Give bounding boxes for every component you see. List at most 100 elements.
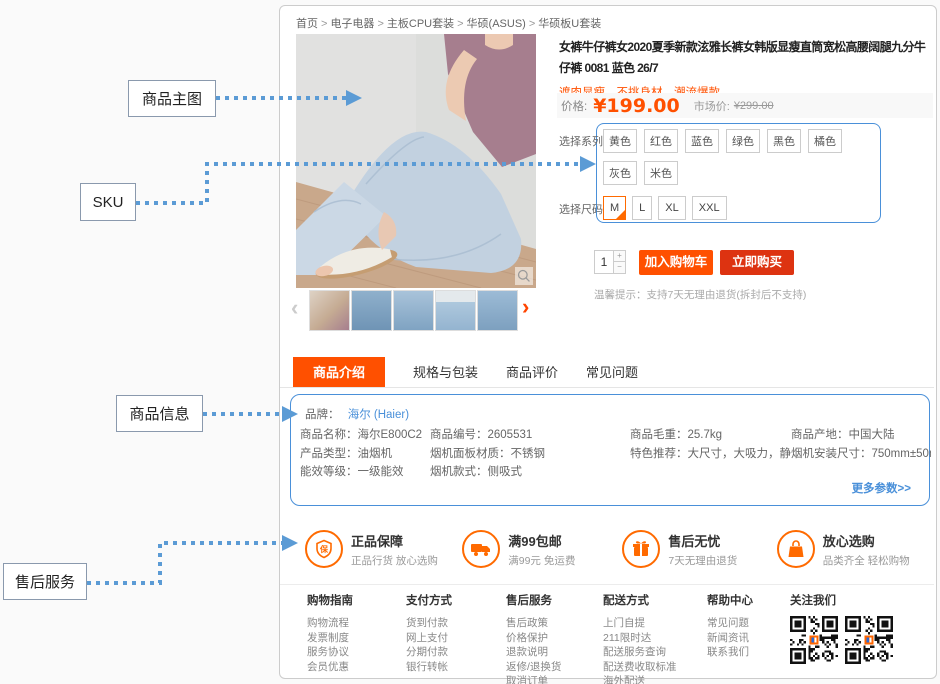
- brand-link[interactable]: 海尔 (Haier): [348, 409, 409, 421]
- breadcrumb-separator: >: [321, 18, 327, 30]
- annotation-label-sku: SKU: [80, 183, 136, 221]
- quantity-increase-button[interactable]: +: [614, 250, 626, 262]
- info-cell: 烟机安装尺寸：750mm±50mm（烟...: [791, 445, 931, 464]
- service-desc: 满99元 免运费: [508, 553, 575, 568]
- color-option[interactable]: 黄色: [603, 129, 637, 153]
- footer-column: 关注我们: [790, 592, 920, 684]
- quantity-stepper: 1 + −: [594, 250, 626, 274]
- tab-2[interactable]: 规格与包装: [413, 357, 478, 387]
- footer-link[interactable]: 常见问题: [707, 616, 790, 631]
- size-option[interactable]: L: [632, 196, 652, 220]
- shield-icon: 保: [305, 530, 343, 568]
- product-info-grid: 商品名称：海尔E800C2产品类型：油烟机能效等级：一级能效商品编号：26055…: [300, 426, 931, 482]
- breadcrumb-item[interactable]: 电子电器: [330, 18, 374, 30]
- return-policy-note: 温馨提示：支持7天无理由退货(拆封后不支持): [594, 287, 806, 302]
- footer-link[interactable]: 联系我们: [707, 645, 790, 660]
- color-option[interactable]: 蓝色: [685, 129, 719, 153]
- breadcrumb-separator: >: [529, 18, 535, 30]
- thumbnail-5[interactable]: [477, 290, 518, 331]
- size-label: 选择尺码:: [559, 201, 606, 217]
- more-params-link[interactable]: 更多参数>>: [852, 480, 911, 496]
- footer-link[interactable]: 服务协议: [307, 645, 406, 660]
- breadcrumb-item[interactable]: 华硕(ASUS): [467, 18, 526, 30]
- service-desc: 7天无理由退货: [668, 553, 737, 568]
- size-option[interactable]: M: [603, 196, 626, 220]
- footer-link[interactable]: 发票制度: [307, 631, 406, 646]
- brand-line: 品牌： 海尔 (Haier): [305, 406, 409, 422]
- info-cell: 烟机款式：侧吸式: [430, 463, 630, 482]
- footer-link[interactable]: 网上支付: [406, 631, 506, 646]
- footer-link[interactable]: 售后政策: [506, 616, 603, 631]
- prev-arrow-icon[interactable]: ‹: [291, 297, 298, 319]
- size-option[interactable]: XXL: [692, 196, 727, 220]
- brand-label: 品牌：: [305, 409, 340, 421]
- footer-link[interactable]: 海外配送: [603, 674, 707, 684]
- footer-link[interactable]: 购物流程: [307, 616, 406, 631]
- color-option[interactable]: 黑色: [767, 129, 801, 153]
- arrow-after-sales: [87, 543, 282, 583]
- footer-link[interactable]: 返修/退换货: [506, 660, 603, 675]
- footer-divider: [280, 584, 934, 585]
- qr-code: [790, 616, 838, 669]
- footer-link[interactable]: 会员优惠: [307, 660, 406, 675]
- footer-link[interactable]: 退款说明: [506, 645, 603, 660]
- footer-link[interactable]: 银行转帐: [406, 660, 506, 675]
- thumbnail-3[interactable]: [393, 290, 434, 331]
- color-option[interactable]: 橘色: [808, 129, 842, 153]
- footer-heading: 帮助中心: [707, 592, 790, 608]
- color-option[interactable]: 绿色: [726, 129, 760, 153]
- footer-link[interactable]: 新闻资讯: [707, 631, 790, 646]
- tab-1[interactable]: 商品介绍: [293, 357, 385, 387]
- breadcrumb-item[interactable]: 华硕板U套装: [538, 18, 601, 30]
- service-desc: 品类齐全 轻松购物: [823, 553, 910, 568]
- thumbnail-1[interactable]: [309, 290, 350, 331]
- footer-link[interactable]: 货到付款: [406, 616, 506, 631]
- footer-heading: 购物指南: [307, 592, 406, 608]
- tab-3[interactable]: 商品评价: [506, 357, 558, 387]
- thumbnail-4[interactable]: [435, 290, 476, 331]
- thumbnail-2[interactable]: [351, 290, 392, 331]
- color-option[interactable]: 米色: [644, 161, 678, 185]
- bag-icon: [777, 530, 815, 568]
- thumbnail-strip: [309, 290, 521, 331]
- breadcrumb-item[interactable]: 主板CPU套装: [387, 18, 454, 30]
- info-cell: 商品毛重：25.7kg: [630, 426, 791, 445]
- market-price-label: 市场价:: [694, 98, 730, 114]
- service-title: 放心选购: [823, 531, 910, 550]
- service-text: 满99包邮满99元 免运费: [508, 531, 575, 568]
- service-title: 满99包邮: [508, 531, 575, 550]
- size-options: MLXL XXL: [603, 196, 733, 220]
- footer-link[interactable]: 配送费收取标准: [603, 660, 707, 675]
- annotation-label-product-info: 商品信息: [116, 395, 203, 432]
- footer-heading: 配送方式: [603, 592, 707, 608]
- footer-column: 支付方式货到付款网上支付分期付款银行转帐: [406, 592, 506, 684]
- color-option[interactable]: 灰色: [603, 161, 637, 185]
- market-price-value: ¥299.00: [734, 100, 774, 112]
- product-main-image[interactable]: [296, 34, 536, 288]
- service-strip: 保正品保障正品行货 放心选购满99包邮满99元 免运费售后无忧7天无理由退货放心…: [280, 518, 934, 580]
- next-arrow-icon[interactable]: ›: [522, 296, 529, 318]
- tab-4[interactable]: 常见问题: [586, 357, 638, 387]
- info-column: 商品编号：2605531烟机面板材质：不锈钢烟机款式：侧吸式: [430, 426, 630, 482]
- footer-link[interactable]: 价格保护: [506, 631, 603, 646]
- annotation-label-main-image: 商品主图: [128, 80, 216, 117]
- breadcrumb-item[interactable]: 首页: [296, 18, 318, 30]
- footer-link[interactable]: 211限时达: [603, 631, 707, 646]
- quantity-input[interactable]: 1: [594, 250, 614, 274]
- footer-link[interactable]: 配送服务查询: [603, 645, 707, 660]
- info-cell: 特色推荐：大尺寸，大吸力，静音...: [630, 445, 791, 464]
- add-to-cart-button[interactable]: 加入购物车: [639, 250, 713, 275]
- footer-link[interactable]: 上门自提: [603, 616, 707, 631]
- footer-column: 配送方式上门自提211限时达配送服务查询配送费收取标准海外配送: [603, 592, 707, 684]
- breadcrumb-separator: >: [377, 18, 383, 30]
- footer-link[interactable]: 分期付款: [406, 645, 506, 660]
- color-option[interactable]: 红色: [644, 129, 678, 153]
- footer-heading: 售后服务: [506, 592, 603, 608]
- footer-link[interactable]: 取消订单: [506, 674, 603, 684]
- info-column: 商品毛重：25.7kg特色推荐：大尺寸，大吸力，静音...: [630, 426, 791, 482]
- size-option[interactable]: XL: [658, 196, 685, 220]
- quantity-decrease-button[interactable]: −: [614, 262, 626, 274]
- buy-now-button[interactable]: 立即购买: [720, 250, 794, 275]
- price-label: 价格:: [561, 98, 587, 114]
- zoom-icon[interactable]: [515, 267, 533, 285]
